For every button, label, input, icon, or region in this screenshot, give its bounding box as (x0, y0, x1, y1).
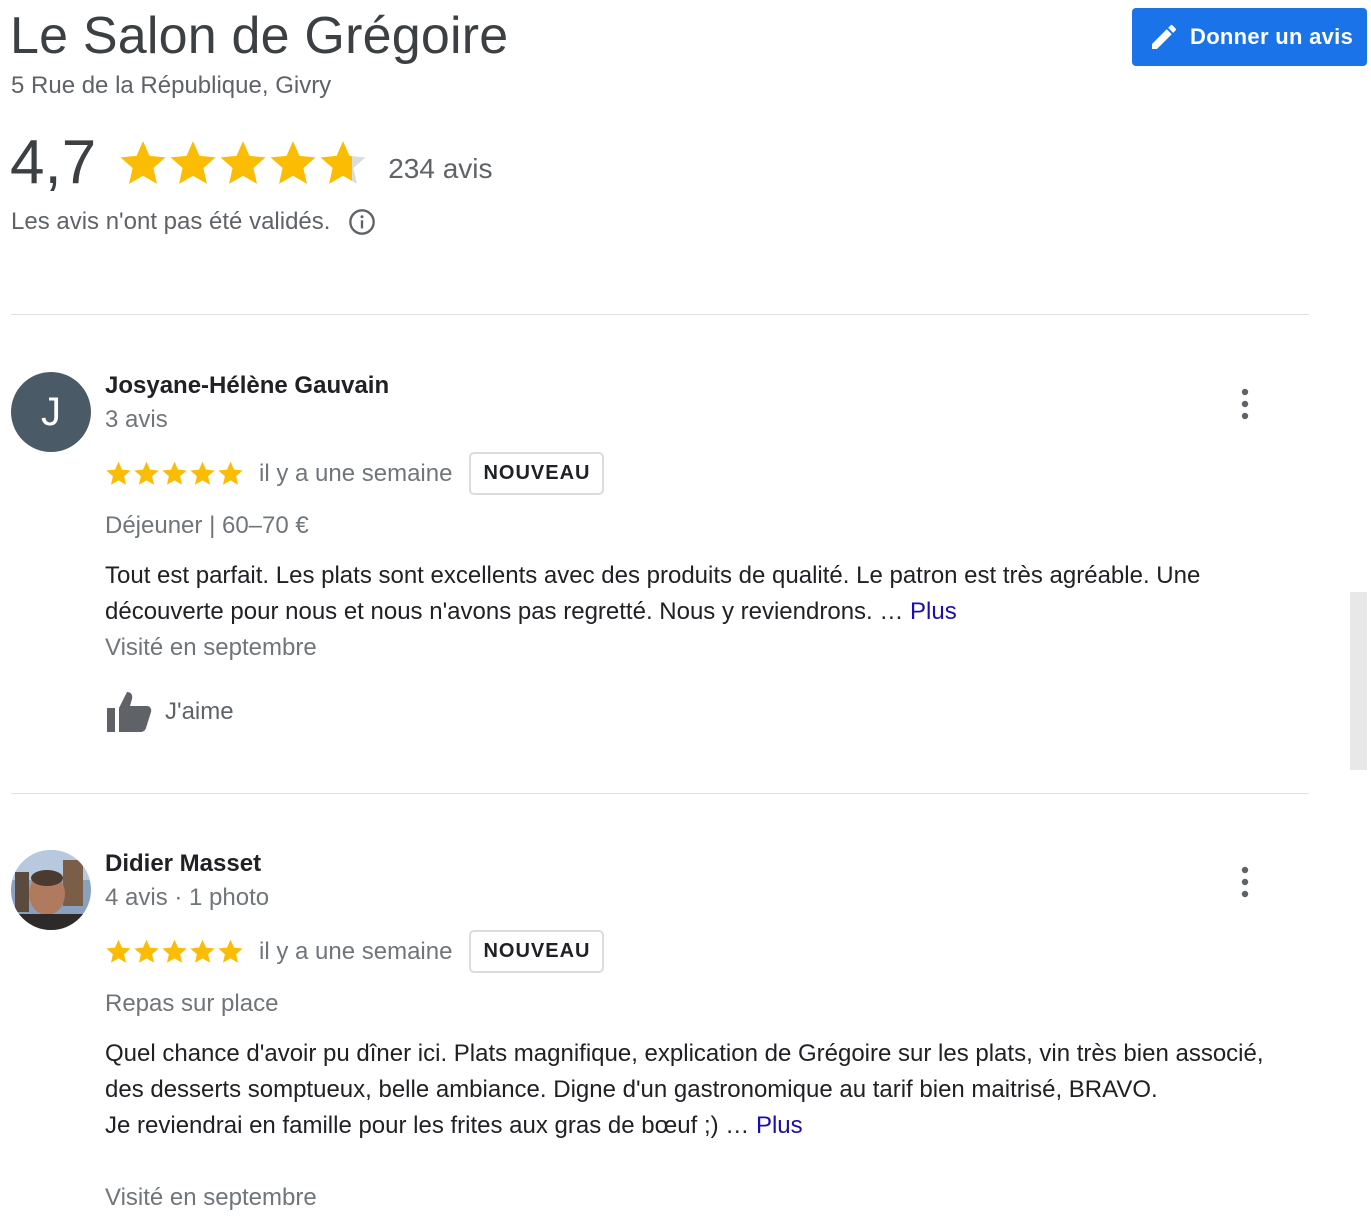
star-icon (162, 461, 187, 485)
star-icon (218, 939, 243, 963)
review-text: Tout est parfait. Les plats sont excelle… (105, 558, 1305, 630)
review-date: il y a une semaine (259, 937, 453, 965)
more-options-icon[interactable] (1233, 386, 1257, 422)
disclaimer-text: Les avis n'ont pas été validés. (11, 208, 331, 235)
star-icon (320, 141, 366, 184)
more-link[interactable]: Plus (756, 1112, 803, 1139)
star-icon (106, 461, 131, 485)
star-icon (220, 141, 266, 184)
thumbs-up-icon (107, 692, 152, 732)
average-rating: 4,7 (10, 128, 97, 197)
reviewer-name[interactable]: Josyane-Hélène Gauvain (105, 372, 389, 400)
more-link[interactable]: Plus (910, 598, 957, 625)
star-icon (270, 141, 316, 184)
write-review-label: Donner un avis (1190, 24, 1354, 49)
divider (11, 314, 1309, 315)
like-button[interactable]: J'aime (105, 690, 234, 734)
reviews-disclaimer: Les avis n'ont pas été validés. (11, 208, 376, 236)
new-badge: NOUVEAU (469, 930, 605, 973)
review-text-content: Quel chance d'avoir pu dîner ici. Plats … (105, 1040, 1264, 1139)
avatar[interactable]: J (11, 372, 91, 452)
star-icon (190, 939, 215, 963)
review-text: Quel chance d'avoir pu dîner ici. Plats … (105, 1036, 1305, 1144)
divider (11, 793, 1309, 794)
pencil-icon (1152, 24, 1177, 49)
average-rating-stars (118, 138, 368, 188)
reviewer-meta: 3 avis (105, 406, 168, 433)
place-title: Le Salon de Grégoire (10, 7, 509, 65)
meal-info: Déjeuner | 60–70 € (105, 512, 309, 539)
review-stars (105, 938, 245, 965)
scrollbar-thumb[interactable] (1350, 592, 1367, 770)
star-icon (218, 461, 243, 485)
avatar-photo (11, 850, 91, 930)
review-text-content: Tout est parfait. Les plats sont excelle… (105, 562, 1207, 625)
visit-date: Visité en septembre (105, 1184, 317, 1211)
rating-summary: 4,7 234 avis (10, 132, 493, 194)
info-icon[interactable] (348, 208, 376, 236)
reviewer-name[interactable]: Didier Masset (105, 850, 261, 878)
star-icon (134, 939, 159, 963)
review-date: il y a une semaine (259, 459, 453, 487)
star-icon (162, 939, 187, 963)
visit-date: Visité en septembre (105, 634, 317, 661)
review-stars (105, 460, 245, 487)
write-review-button[interactable]: Donner un avis (1132, 8, 1367, 66)
place-address: 5 Rue de la République, Givry (11, 72, 332, 99)
more-options-icon[interactable] (1233, 864, 1257, 900)
reviewer-meta: 4 avis · 1 photo (105, 884, 270, 911)
star-icon (134, 461, 159, 485)
star-icon (120, 141, 166, 184)
star-icon (190, 461, 215, 485)
meal-info: Repas sur place (105, 990, 279, 1017)
star-icon (170, 141, 216, 184)
avatar[interactable] (11, 850, 91, 930)
review-count: 234 avis (388, 153, 493, 184)
star-icon (106, 939, 131, 963)
like-label: J'aime (165, 698, 234, 725)
new-badge: NOUVEAU (469, 452, 605, 495)
